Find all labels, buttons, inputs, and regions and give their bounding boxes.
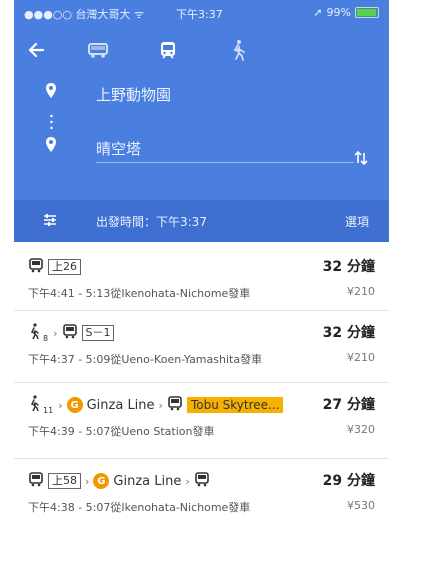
bus-icon — [28, 257, 44, 277]
route-duration: 32 分鐘 — [322, 259, 375, 275]
departure-time-button[interactable]: 出發時間：下午3:37 — [96, 213, 207, 230]
walk-icon — [28, 323, 40, 343]
directions-header: 上野動物園 晴空塔 — [14, 28, 389, 200]
travel-mode-bar — [14, 28, 389, 72]
origin-pin-icon — [42, 82, 60, 100]
location-icon: ➚ — [313, 6, 323, 19]
back-arrow-icon[interactable] — [22, 36, 50, 64]
route-fare: ¥210 — [347, 285, 375, 298]
status-time: 下午3:37 — [176, 8, 223, 21]
route-fare: ¥530 — [347, 499, 375, 512]
route-fare: ¥210 — [347, 351, 375, 364]
route-duration: 29 分鐘 — [322, 473, 375, 489]
tune-icon[interactable] — [42, 212, 58, 232]
phone-screen: ●●●○○ 台灣大哥大 ᯤ 下午3:37 ➚ 99% 上野動物園 晴空塔 出發時… — [14, 0, 389, 577]
train-line-label: Ginza Line — [113, 473, 182, 489]
bus-icon — [62, 323, 78, 343]
swap-icon[interactable] — [351, 148, 371, 168]
options-bar: 出發時間：下午3:37 選項 — [14, 200, 389, 242]
ginza-line-icon: G — [66, 397, 83, 413]
route-fare: ¥320 — [347, 423, 375, 436]
tobu-line-badge: Tobu Skytree... — [186, 397, 284, 413]
origin-field[interactable]: 上野動物園 — [96, 84, 171, 105]
walk-minutes: 11 — [43, 405, 54, 415]
destination-pin-icon — [42, 136, 60, 154]
bus-icon — [28, 471, 44, 491]
options-button[interactable]: 選項 — [345, 213, 369, 230]
route-card[interactable]: 上58 › G Ginza Line › 29 分鐘 下午4:38 - 5:07… — [14, 458, 389, 534]
chevron-right-icon: › — [58, 398, 63, 412]
bus-icon — [167, 395, 183, 415]
route-details: 下午4:38 - 5:07從Ikenohata-Nichome發車 — [28, 501, 251, 514]
bus-line-badge: S－1 — [81, 325, 115, 341]
route-duration: 32 分鐘 — [322, 325, 375, 341]
route-duration: 27 分鐘 — [322, 397, 375, 413]
field-divider — [96, 162, 354, 163]
route-card[interactable]: 11 › G Ginza Line › Tobu Skytree... 27 分… — [14, 382, 389, 459]
route-details: 下午4:37 - 5:09從Ueno-Koen-Yamashita發車 — [28, 353, 263, 366]
carrier-signal: ●●●○○ 台灣大哥大 ᯤ — [24, 8, 145, 21]
status-bar: ●●●○○ 台灣大哥大 ᯤ 下午3:37 ➚ 99% — [14, 0, 389, 28]
chevron-right-icon: › — [185, 474, 190, 488]
route-card[interactable]: 上26 32 分鐘 下午4:41 - 5:13從Ikenohata-Nichom… — [14, 244, 389, 311]
battery-icon — [355, 7, 379, 18]
wifi-icon: ᯤ — [133, 8, 145, 21]
train-line-label: Ginza Line — [86, 397, 155, 413]
ginza-line-icon: G — [93, 473, 110, 489]
battery-percent: 99% — [326, 6, 351, 19]
destination-field[interactable]: 晴空塔 — [96, 138, 141, 159]
route-details: 下午4:41 - 5:13從Ikenohata-Nichome發車 — [28, 287, 251, 300]
car-mode-icon[interactable] — [84, 36, 112, 64]
chevron-right-icon: › — [85, 474, 90, 488]
battery-area: ➚ 99% — [313, 6, 379, 19]
walk-mode-icon[interactable] — [224, 36, 252, 64]
bus-line-badge: 上26 — [48, 259, 81, 275]
walk-minutes: 8 — [43, 333, 49, 343]
route-details: 下午4:39 - 5:07從Ueno Station發車 — [28, 425, 215, 438]
route-card[interactable]: 8 › S－1 32 分鐘 下午4:37 - 5:09從Ueno-Koen-Ya… — [14, 310, 389, 383]
chevron-right-icon: › — [53, 326, 58, 340]
chevron-right-icon: › — [158, 398, 163, 412]
route-dots-icon — [50, 114, 53, 132]
bus-icon — [194, 471, 210, 491]
walk-icon — [28, 395, 40, 415]
transit-mode-icon[interactable] — [154, 36, 182, 64]
bus-line-badge: 上58 — [48, 473, 81, 489]
